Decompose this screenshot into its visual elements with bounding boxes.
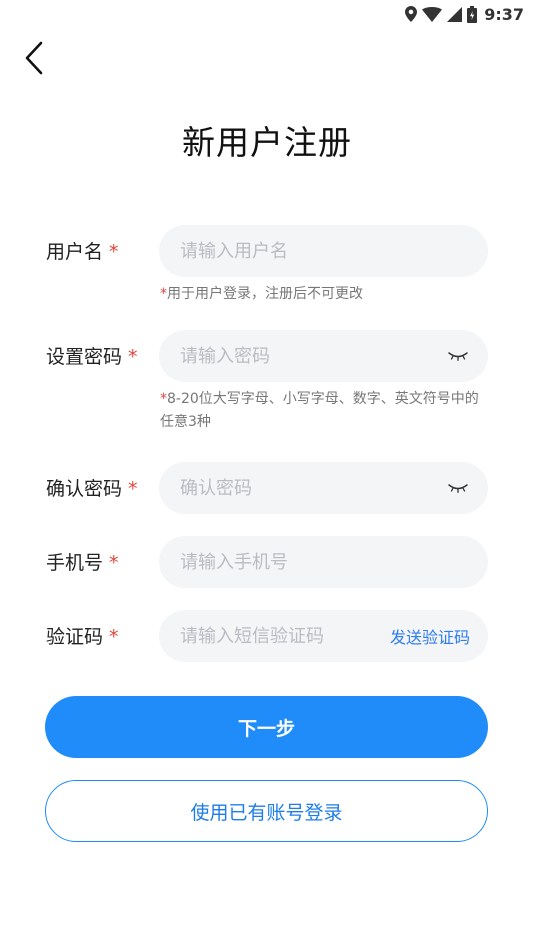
confirm-password-label-text: 确认密码 bbox=[46, 478, 123, 500]
required-mark: * bbox=[128, 478, 138, 500]
eye-closed-icon[interactable] bbox=[448, 481, 470, 495]
phone-field bbox=[159, 536, 488, 588]
status-bar: 9:37 bbox=[0, 0, 534, 28]
hint-star: * bbox=[160, 391, 167, 407]
wifi-icon bbox=[422, 6, 443, 22]
required-mark: * bbox=[109, 626, 119, 648]
confirm-password-field bbox=[159, 462, 488, 514]
verification-code-input[interactable] bbox=[178, 624, 390, 648]
confirm-password-label: 确认密码 * bbox=[46, 474, 138, 501]
page-title: 新用户注册 bbox=[182, 123, 352, 162]
signal-icon bbox=[447, 6, 463, 22]
password-hint-text: 8-20位大写字母、小写字母、数字、英文符号中的任意3种 bbox=[160, 391, 479, 430]
status-time: 9:37 bbox=[484, 4, 524, 24]
username-hint: *用于用户登录，注册后不可更改 bbox=[160, 283, 490, 306]
password-label-text: 设置密码 bbox=[46, 346, 123, 368]
phone-label: 手机号 * bbox=[46, 548, 119, 575]
login-existing-account-button[interactable]: 使用已有账号登录 bbox=[45, 780, 488, 842]
username-label-text: 用户名 bbox=[46, 241, 104, 263]
username-label: 用户名 * bbox=[46, 237, 119, 264]
verification-code-field: 发送验证码 bbox=[159, 610, 488, 662]
send-code-button[interactable]: 发送验证码 bbox=[390, 624, 470, 648]
verification-code-label-text: 验证码 bbox=[46, 626, 104, 648]
back-button[interactable] bbox=[16, 38, 52, 78]
next-step-button[interactable]: 下一步 bbox=[45, 696, 488, 758]
username-hint-text: 用于用户登录，注册后不可更改 bbox=[167, 286, 363, 302]
password-field bbox=[159, 330, 488, 382]
password-label: 设置密码 * bbox=[46, 342, 138, 369]
eye-closed-icon[interactable] bbox=[448, 349, 470, 363]
verification-code-label: 验证码 * bbox=[46, 622, 119, 649]
location-icon bbox=[405, 6, 418, 22]
password-hint: *8-20位大写字母、小写字母、数字、英文符号中的任意3种 bbox=[160, 388, 490, 434]
phone-label-text: 手机号 bbox=[46, 552, 104, 574]
battery-icon bbox=[467, 5, 478, 23]
phone-input[interactable] bbox=[178, 550, 470, 574]
required-mark: * bbox=[109, 552, 119, 574]
username-field bbox=[159, 225, 488, 277]
required-mark: * bbox=[128, 346, 138, 368]
password-input[interactable] bbox=[178, 344, 448, 368]
required-mark: * bbox=[109, 241, 119, 263]
register-screen: 9:37 新用户注册 用户名* *用于用户登录，注册后不可更改 设置密码* bbox=[0, 0, 534, 950]
hint-star: * bbox=[160, 286, 167, 302]
chevron-left-icon bbox=[25, 41, 43, 75]
username-input[interactable] bbox=[178, 239, 470, 263]
confirm-password-input[interactable] bbox=[178, 476, 448, 500]
